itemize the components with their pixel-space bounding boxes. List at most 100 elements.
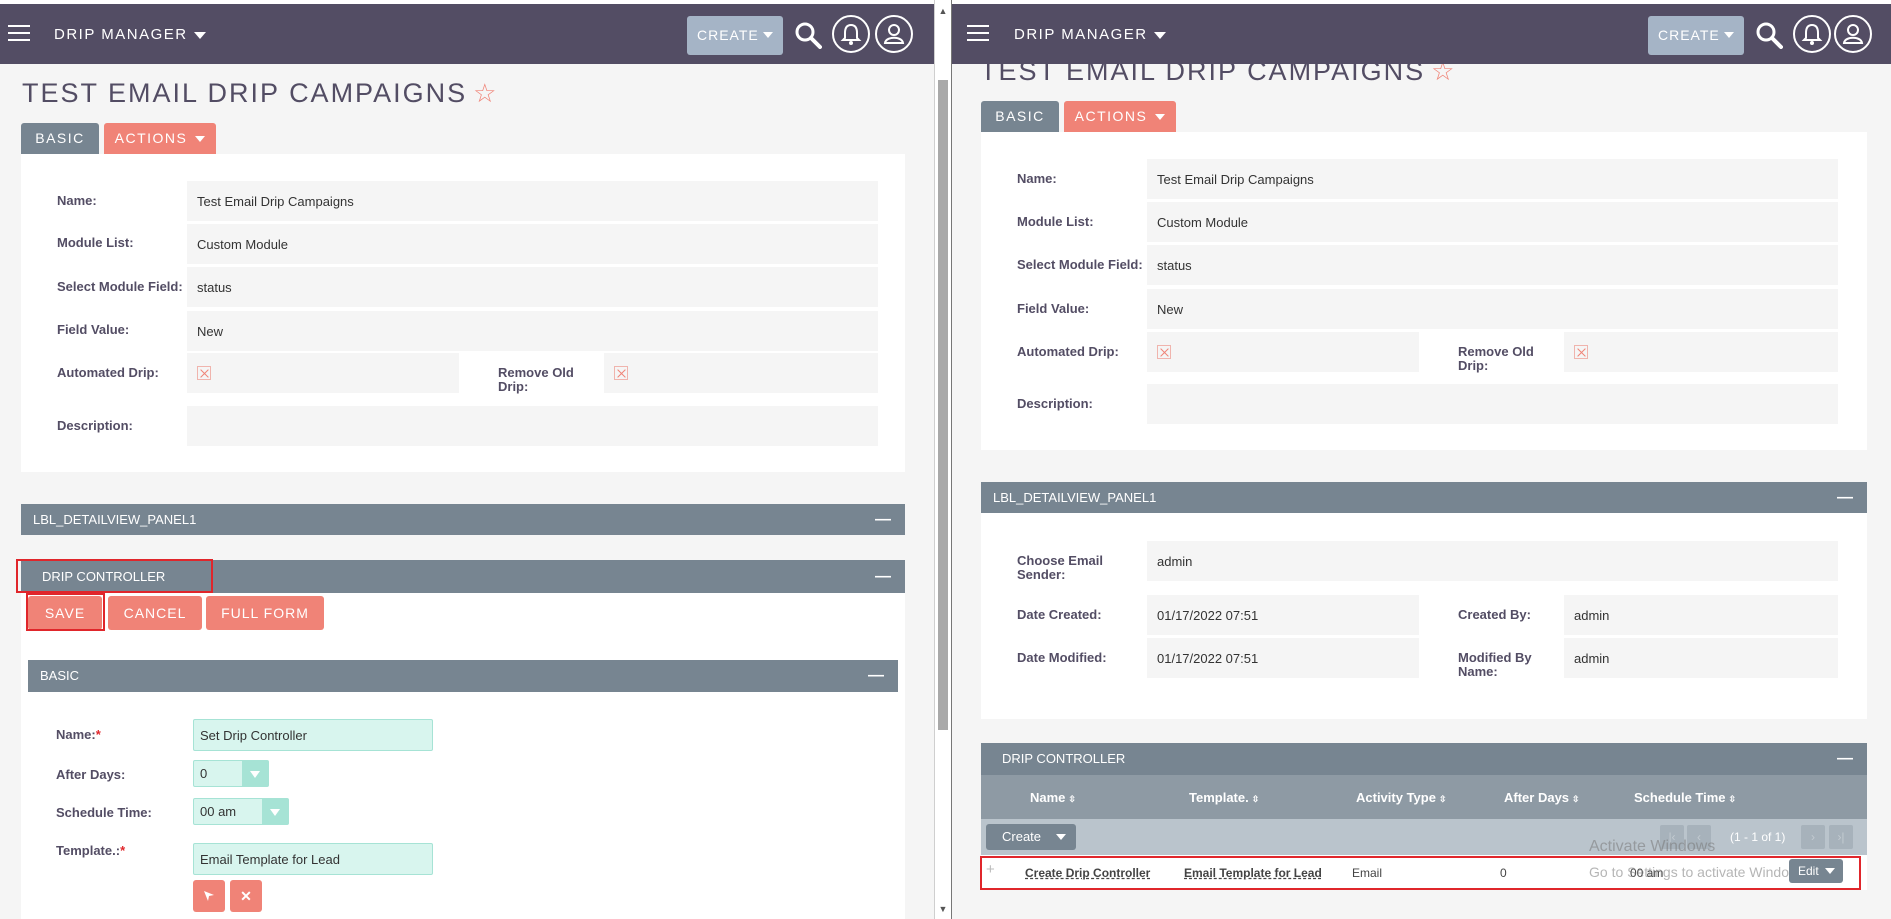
automated-drip-value [187,353,459,393]
module-list-value: Custom Module [187,224,878,264]
field-value-label: Field Value: [57,322,130,337]
collapse-icon[interactable]: — [1837,482,1853,513]
column-after-days[interactable]: After Days ⇳ [1504,790,1580,805]
search-icon[interactable] [794,21,822,54]
collapse-icon[interactable]: — [875,504,891,535]
cancel-button[interactable]: CANCEL [108,596,202,630]
schedule-time-label: Schedule Time: [56,805,152,820]
description-label: Description: [57,418,133,433]
description-value [1147,384,1838,424]
last-page-icon[interactable]: ›| [1829,825,1853,849]
highlight-box [26,593,105,631]
email-sender-value: admin [1147,541,1838,581]
chevron-down-icon [193,31,206,39]
panel1-header[interactable]: LBL_DETAILVIEW_PANEL1— [21,504,905,535]
automated-drip-value [1147,332,1419,372]
remove-old-drip-label: Remove Old Drip: [498,365,574,394]
chevron-down-icon [1056,834,1066,840]
user-profile-icon[interactable] [1834,15,1872,53]
modified-by-value: admin [1564,638,1838,678]
column-schedule-time[interactable]: Schedule Time ⇳ [1634,790,1736,805]
create-button[interactable]: CREATE [1648,16,1744,55]
hamburger-menu-icon[interactable] [967,25,989,41]
module-list-value: Custom Module [1147,202,1838,242]
field-value-value: New [1147,289,1838,329]
drip-form-card [21,593,905,919]
collapse-icon[interactable]: — [1837,743,1853,775]
scroll-up-icon[interactable]: ▲ [936,4,950,18]
panel1-header[interactable]: LBL_DETAILVIEW_PANEL1— [981,482,1867,513]
sort-icon: ⇳ [1251,794,1260,804]
subpanel-create-button[interactable]: Create [986,824,1076,850]
email-sender-label: Choose Email Sender: [1017,553,1103,582]
hamburger-menu-icon[interactable] [8,25,30,41]
create-button[interactable]: CREATE [687,16,783,55]
column-activity-type[interactable]: Activity Type ⇳ [1356,790,1447,805]
chevron-down-icon [763,32,773,38]
automated-drip-label: Automated Drip: [1017,344,1119,359]
module-menu[interactable]: DRIP MANAGER [1014,26,1166,43]
automated-drip-label: Automated Drip: [57,365,159,380]
select-module-field-label: Select Module Field: [57,279,183,294]
tab-actions[interactable]: ACTIONS [1064,101,1176,132]
modified-by-label: Modified By Name: [1458,650,1532,679]
sort-icon: ⇳ [1438,794,1447,804]
search-icon[interactable] [1755,21,1783,54]
tab-actions[interactable]: ACTIONS [104,123,216,154]
remove-old-drip-value [1564,332,1838,372]
name-label: Name: [1017,171,1057,186]
windows-watermark-title: Activate Windows [1589,838,1716,855]
tab-basic[interactable]: BASIC [21,123,99,154]
template-input[interactable]: Email Template for Lead [193,843,433,875]
select-module-field-value: status [187,267,878,307]
template-label: Template.:* [56,843,126,858]
description-value [187,406,878,446]
page-title: TEST EMAIL DRIP CAMPAIGNS ☆ [22,78,499,108]
highlight-box [980,856,1861,890]
sort-icon: ⇳ [1068,794,1076,804]
drip-name-label: Name:* [56,727,101,742]
select-template-button[interactable] [193,880,225,912]
unchecked-box-icon [1574,345,1588,359]
scroll-down-icon[interactable]: ▼ [936,902,950,916]
schedule-time-select[interactable]: 00 am [193,798,289,825]
highlight-box [16,559,213,593]
clear-template-button[interactable]: ✕ [230,880,262,912]
module-menu[interactable]: DRIP MANAGER [54,26,206,43]
column-template[interactable]: Template. ⇳ [1189,790,1259,805]
created-by-label: Created By: [1458,607,1531,622]
next-page-icon[interactable]: › [1801,825,1825,849]
notifications-bell-icon[interactable] [832,15,870,53]
select-module-field-value: status [1147,245,1838,285]
field-value-label: Field Value: [1017,301,1090,316]
after-days-select[interactable]: 0 [193,760,269,787]
tab-basic[interactable]: BASIC [981,101,1059,132]
name-value: Test Email Drip Campaigns [1147,159,1838,199]
description-label: Description: [1017,396,1093,411]
date-created-label: Date Created: [1017,607,1102,622]
chevron-down-icon [195,136,206,143]
collapse-icon[interactable]: — [868,660,884,691]
sort-icon: ⇳ [1572,794,1580,804]
unchecked-box-icon [1157,345,1171,359]
created-by-value: admin [1564,595,1838,635]
collapse-icon[interactable]: — [875,560,891,593]
full-form-button[interactable]: FULL FORM [206,596,324,630]
field-value-value: New [187,311,878,351]
unchecked-box-icon [197,366,211,380]
scrollbar-thumb[interactable] [938,80,948,730]
date-modified-label: Date Modified: [1017,650,1107,665]
top-navbar: DRIP MANAGER CREATE [0,0,934,64]
top-navbar: DRIP MANAGER CREATE [952,0,1891,64]
user-profile-icon[interactable] [875,15,913,53]
column-name[interactable]: Name ⇳ [1030,790,1076,805]
chevron-down-icon [262,799,288,824]
drip-controller-subpanel-header[interactable]: DRIP CONTROLLER — [981,743,1867,775]
chevron-down-icon [1724,32,1734,38]
chevron-down-icon [1155,114,1166,121]
drip-name-input[interactable]: Set Drip Controller [193,719,433,751]
chevron-down-icon [1153,31,1166,39]
favorite-star-icon[interactable]: ☆ [473,78,498,108]
notifications-bell-icon[interactable] [1793,15,1831,53]
basic-section-header[interactable]: BASIC — [28,660,898,692]
